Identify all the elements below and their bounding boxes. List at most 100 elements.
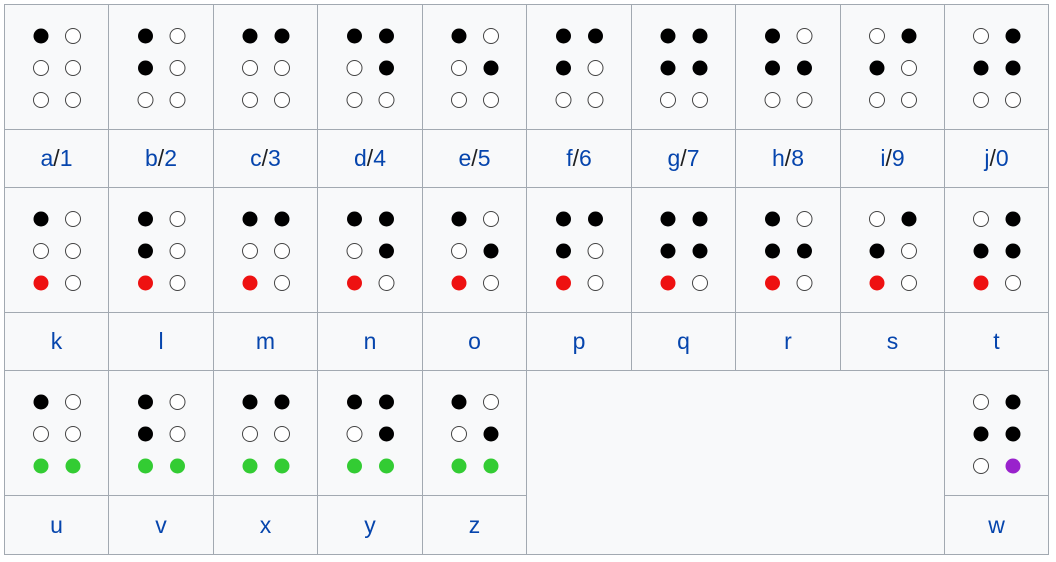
raised-dot-2: [765, 243, 780, 259]
label-link-2[interactable]: 2: [164, 145, 177, 172]
braille-cell-b: [108, 4, 214, 130]
empty-dot-6: [796, 275, 813, 291]
label-link-d[interactable]: d: [354, 145, 367, 172]
label-cell-b: b/2: [108, 129, 214, 188]
empty-dot-1: [973, 28, 989, 44]
raised-dot-4: [588, 211, 603, 227]
empty-dot-4: [483, 28, 499, 44]
label-link-1[interactable]: 1: [60, 145, 73, 172]
empty-dot-3: [973, 92, 989, 108]
label-link-6[interactable]: 6: [579, 145, 592, 172]
raised-dot-1: [138, 394, 153, 410]
raised-dot-2: [138, 426, 153, 442]
raised-dot-1: [451, 28, 467, 44]
empty-dot-6: [1005, 275, 1021, 291]
raised-dot-1: [660, 211, 676, 227]
raised-dot-1: [242, 211, 258, 227]
label-link-s[interactable]: s: [887, 328, 899, 355]
label-link-r[interactable]: r: [784, 328, 792, 355]
raised-dot-3: [451, 458, 467, 474]
raised-dot-1: [556, 211, 571, 227]
empty-dot-4: [169, 394, 186, 410]
empty-dot-5: [901, 243, 917, 259]
braille-pattern-c: [242, 28, 290, 108]
raised-dot-4: [588, 28, 603, 44]
braille-pattern-a: [33, 28, 81, 108]
label-link-q[interactable]: q: [677, 328, 690, 355]
label-link-4[interactable]: 4: [373, 145, 386, 172]
raised-dot-2: [973, 243, 989, 259]
label-link-a[interactable]: a: [41, 145, 54, 172]
empty-dot-5: [587, 60, 604, 76]
label-link-h[interactable]: h: [772, 145, 785, 172]
braille-pattern-i: [869, 28, 917, 108]
label-link-x[interactable]: x: [260, 512, 272, 539]
braille-cell-i: [840, 4, 945, 130]
label-link-u[interactable]: u: [50, 512, 63, 539]
raised-dot-4: [1005, 394, 1021, 410]
raised-dot-5: [797, 60, 812, 76]
empty-dot-4: [796, 211, 813, 227]
empty-dot-3: [660, 92, 676, 108]
raised-dot-5: [692, 60, 708, 76]
raised-dot-1: [33, 394, 49, 410]
label-link-w[interactable]: w: [988, 512, 1005, 539]
label-link-y[interactable]: y: [364, 512, 376, 539]
empty-area: [526, 370, 945, 555]
empty-dot-5: [169, 426, 186, 442]
label-link-g[interactable]: g: [668, 145, 681, 172]
label-link-m[interactable]: m: [256, 328, 275, 355]
label-link-l[interactable]: l: [158, 328, 163, 355]
raised-dot-1: [347, 211, 362, 227]
label-cell-w: w: [944, 495, 1049, 555]
label-cell-x: x: [213, 495, 318, 555]
raised-dot-1: [242, 394, 258, 410]
empty-dot-6: [169, 275, 186, 291]
empty-dot-6: [796, 92, 813, 108]
empty-dot-6: [1005, 92, 1021, 108]
label-link-0[interactable]: 0: [996, 145, 1009, 172]
raised-dot-4: [1005, 28, 1021, 44]
label-link-k[interactable]: k: [51, 328, 63, 355]
label-link-8[interactable]: 8: [791, 145, 804, 172]
raised-dot-3: [347, 275, 362, 291]
label-link-9[interactable]: 9: [892, 145, 905, 172]
raised-dot-4: [901, 211, 917, 227]
label-link-z[interactable]: z: [469, 512, 481, 539]
label-link-7[interactable]: 7: [687, 145, 700, 172]
label-link-p[interactable]: p: [573, 328, 586, 355]
braille-cell-l: [108, 187, 214, 313]
empty-dot-5: [65, 243, 81, 259]
raised-dot-4: [274, 394, 290, 410]
empty-dot-4: [65, 28, 81, 44]
raised-dot-1: [138, 211, 153, 227]
label-cell-l: l: [108, 312, 214, 371]
label-cell-z: z: [422, 495, 527, 555]
raised-dot-1: [660, 28, 676, 44]
label-link-5[interactable]: 5: [478, 145, 491, 172]
label-link-t[interactable]: t: [993, 328, 999, 355]
label-link-o[interactable]: o: [468, 328, 481, 355]
label-link-v[interactable]: v: [155, 512, 167, 539]
empty-dot-3: [33, 92, 49, 108]
empty-dot-2: [242, 426, 258, 442]
empty-dot-5: [65, 426, 81, 442]
braille-pattern-z: [451, 394, 499, 474]
braille-cell-f: [526, 4, 632, 130]
label-link-3[interactable]: 3: [268, 145, 281, 172]
label-link-e[interactable]: e: [459, 145, 472, 172]
raised-dot-4: [379, 394, 394, 410]
raised-dot-1: [765, 28, 780, 44]
empty-dot-6: [692, 92, 708, 108]
braille-pattern-h: [764, 28, 813, 108]
label-cell-t: t: [944, 312, 1049, 371]
label-link-b[interactable]: b: [145, 145, 158, 172]
raised-dot-5: [483, 243, 499, 259]
raised-dot-3: [973, 275, 989, 291]
braille-pattern-e: [451, 28, 499, 108]
raised-dot-5: [1005, 243, 1021, 259]
raised-dot-4: [692, 211, 708, 227]
raised-dot-1: [451, 211, 467, 227]
label-link-n[interactable]: n: [364, 328, 377, 355]
label-link-c[interactable]: c: [250, 145, 262, 172]
